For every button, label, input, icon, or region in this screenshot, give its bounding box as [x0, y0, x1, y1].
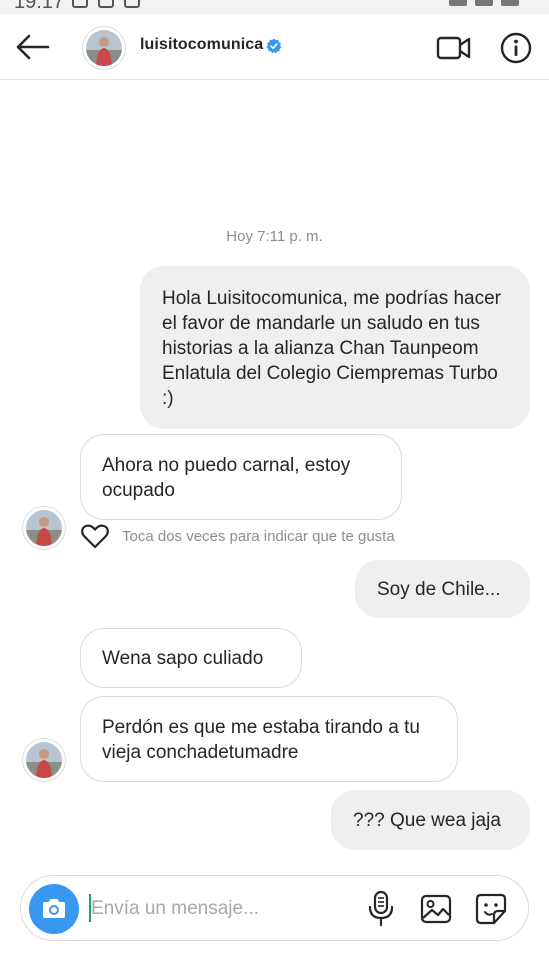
sender-avatar[interactable] [22, 506, 66, 550]
camera-button[interactable] [29, 884, 79, 934]
app-notification-icon [124, 0, 140, 8]
voice-message-button[interactable] [365, 890, 397, 928]
instagram-notification-icon [72, 0, 88, 8]
message-composer [20, 875, 529, 941]
heart-icon[interactable] [80, 522, 110, 550]
message-text: Soy de Chile... [377, 579, 501, 600]
like-hint-text: Toca dos veces para indicar que te gusta [122, 527, 395, 545]
contact-username[interactable]: luisitocomunica [140, 36, 263, 54]
video-call-icon [436, 36, 471, 60]
microphone-icon [368, 890, 394, 927]
status-bar: 19:17 [0, 0, 549, 14]
like-hint-row: Toca dos veces para indicar que te gusta [80, 522, 395, 550]
header-avatar[interactable] [82, 26, 126, 70]
outgoing-message[interactable]: Hola Luisitocomunica, me podrías hacer e… [140, 266, 530, 429]
message-text: ??? Que wea jaja [353, 810, 501, 831]
system-icons [449, 0, 519, 6]
outgoing-message[interactable]: Soy de Chile... [355, 560, 530, 618]
avatar-photo [86, 30, 122, 66]
chat-timestamp: Hoy 7:11 p. m. [226, 228, 323, 245]
incoming-message[interactable]: Wena sapo culiado [80, 628, 302, 688]
network-4g-icon [475, 0, 493, 6]
gallery-button[interactable] [419, 890, 453, 928]
back-arrow-icon [16, 34, 50, 60]
video-call-button[interactable] [436, 32, 472, 64]
status-time: 19:17 [14, 0, 65, 13]
message-input[interactable] [91, 892, 351, 926]
outgoing-message[interactable]: ??? Que wea jaja [331, 790, 530, 850]
message-text: Hola Luisitocomunica, me podrías hacer e… [162, 288, 502, 409]
sender-avatar[interactable] [22, 738, 66, 782]
signal-icon [501, 0, 519, 6]
camera-icon [43, 899, 65, 918]
mute-icon [449, 0, 467, 6]
avatar-photo [26, 742, 62, 778]
chat-header: luisitocomunica [0, 14, 549, 80]
info-button[interactable] [500, 32, 532, 64]
verified-badge-icon [266, 38, 282, 54]
incoming-message[interactable]: Ahora no puedo carnal, estoy ocupado [80, 434, 402, 520]
back-button[interactable] [12, 30, 52, 64]
message-text: Wena sapo culiado [102, 648, 264, 669]
gallery-icon [420, 894, 452, 924]
message-text: Perdón es que me estaba tirando a tu vie… [102, 717, 420, 763]
sticker-button[interactable] [473, 890, 509, 928]
info-icon [500, 32, 532, 64]
image-notification-icon [98, 0, 114, 8]
sticker-icon [475, 893, 507, 925]
notification-icons [72, 0, 140, 8]
incoming-message[interactable]: Perdón es que me estaba tirando a tu vie… [80, 696, 458, 782]
avatar-photo [26, 510, 62, 546]
message-text: Ahora no puedo carnal, estoy ocupado [102, 455, 351, 501]
